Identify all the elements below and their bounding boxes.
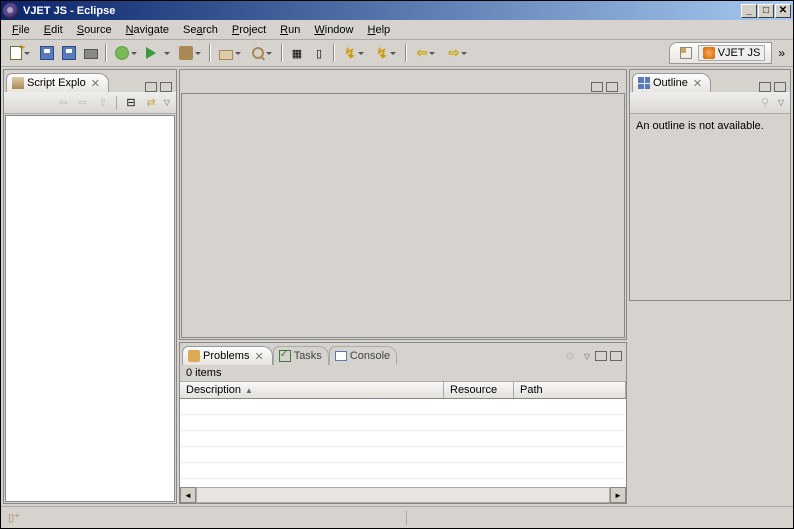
problems-icon (188, 350, 200, 362)
open-perspective-button[interactable] (676, 43, 696, 63)
menu-project[interactable]: Project (225, 22, 273, 38)
menubar: File Edit Source Navigate Search Project… (1, 20, 793, 40)
window-titlebar: VJET JS - Eclipse _ □ ✕ (1, 1, 793, 20)
scroll-left-button[interactable]: ◄ (180, 487, 196, 503)
menu-source[interactable]: Source (70, 22, 119, 38)
problems-table-body[interactable] (180, 399, 626, 487)
menu-window[interactable]: Window (307, 22, 360, 38)
maximize-view-button[interactable] (774, 82, 786, 92)
new-button[interactable] (5, 43, 35, 63)
perspective-switcher: VJET JS (669, 42, 773, 64)
tab-problems[interactable]: Problems ✕ (182, 346, 273, 365)
editor-area (179, 69, 627, 340)
workbench: Script Explo ✕ ⇦ ⇨ ⇧ ⊟ ⇄ (1, 67, 793, 506)
perspective-vjet-js[interactable]: VJET JS (698, 45, 766, 61)
tasks-icon (279, 350, 291, 362)
run-button[interactable] (143, 43, 173, 63)
window-title: VJET JS - Eclipse (23, 5, 115, 17)
maximize-editor-button[interactable] (606, 82, 618, 92)
separator (333, 44, 335, 62)
back-nav-button[interactable]: ⇦ (54, 94, 72, 112)
eclipse-logo-icon (3, 3, 19, 19)
separator (281, 44, 283, 62)
bottom-panel: Problems ✕ Tasks Console ⚙ 0 (179, 342, 627, 504)
console-icon (335, 351, 347, 361)
tab-outline[interactable]: Outline ✕ (632, 73, 711, 92)
minimize-editor-button[interactable] (591, 82, 603, 92)
outline-icon (638, 77, 650, 89)
forward-button[interactable]: ⇨ (443, 43, 473, 63)
forward-nav-button[interactable]: ⇨ (74, 94, 92, 112)
tab-tasks[interactable]: Tasks (273, 346, 329, 365)
problems-count: 0 items (180, 365, 626, 381)
tab-label: Outline (653, 77, 688, 89)
tab-script-explorer[interactable]: Script Explo ✕ (6, 73, 109, 92)
maximize-button[interactable]: □ (758, 4, 774, 18)
tab-label: Script Explo (27, 77, 86, 89)
scroll-right-button[interactable]: ► (610, 487, 626, 503)
close-icon[interactable]: ✕ (252, 350, 265, 363)
outline-view: Outline ✕ ⚲ An outline is not available. (629, 69, 791, 301)
horizontal-scrollbar[interactable]: ◄ ► (180, 487, 626, 503)
column-resource[interactable]: Resource (444, 382, 514, 398)
editor-empty-area[interactable] (181, 93, 625, 338)
menu-help[interactable]: Help (361, 22, 398, 38)
up-nav-button[interactable]: ⇧ (94, 94, 112, 112)
toggle-block-button[interactable]: ▯ (309, 43, 329, 63)
save-button[interactable] (37, 43, 57, 63)
statusbar: ▯⁺ (1, 506, 793, 528)
minimize-view-button[interactable] (145, 82, 157, 92)
vjet-icon (703, 47, 715, 59)
close-button[interactable]: ✕ (775, 4, 791, 18)
toolbar-overflow[interactable]: » (774, 46, 789, 60)
outline-action-button[interactable]: ⚲ (756, 94, 774, 112)
save-all-button[interactable] (59, 43, 79, 63)
open-type-button[interactable] (215, 43, 245, 63)
separator (105, 44, 107, 62)
collapse-all-button[interactable]: ⊟ (122, 94, 140, 112)
close-icon[interactable]: ✕ (89, 77, 102, 90)
maximize-view-button[interactable] (610, 351, 622, 361)
back-button[interactable]: ⇦ (411, 43, 441, 63)
minimize-view-button[interactable] (595, 351, 607, 361)
tab-label: Console (350, 350, 390, 362)
filter-button[interactable]: ⚙ (561, 347, 579, 365)
debug-button[interactable] (111, 43, 141, 63)
view-menu-button[interactable] (162, 98, 172, 108)
outline-content: An outline is not available. (630, 114, 790, 300)
main-toolbar: ▦ ▯ ↯ ↯ ⇦ ⇨ VJET JS » (1, 40, 793, 67)
show-views-button[interactable]: ▯⁺ (5, 509, 23, 527)
menu-run[interactable]: Run (273, 22, 307, 38)
tab-console[interactable]: Console (329, 346, 397, 365)
separator (405, 44, 407, 62)
sort-asc-icon: ▲ (245, 386, 253, 395)
minimize-view-button[interactable] (759, 82, 771, 92)
menu-search[interactable]: Search (176, 22, 225, 38)
maximize-view-button[interactable] (160, 82, 172, 92)
tab-label: Tasks (294, 350, 322, 362)
print-button[interactable] (81, 43, 101, 63)
problems-table-header: Description▲ Resource Path (180, 381, 626, 399)
search-button[interactable] (247, 43, 277, 63)
script-explorer-tree[interactable] (5, 115, 175, 502)
column-path[interactable]: Path (514, 382, 626, 398)
minimize-button[interactable]: _ (741, 4, 757, 18)
script-explorer-view: Script Explo ✕ ⇦ ⇨ ⇧ ⊟ ⇄ (3, 69, 177, 504)
next-annotation-button[interactable]: ↯ (371, 43, 401, 63)
external-tools-button[interactable] (175, 43, 205, 63)
link-editor-button[interactable]: ⇄ (142, 94, 160, 112)
tab-label: Problems (203, 350, 249, 362)
view-menu-button[interactable] (582, 351, 592, 361)
last-edit-button[interactable]: ↯ (339, 43, 369, 63)
view-menu-button[interactable] (776, 98, 786, 108)
script-explorer-icon (12, 77, 24, 89)
menu-navigate[interactable]: Navigate (119, 22, 176, 38)
separator (209, 44, 211, 62)
column-description[interactable]: Description▲ (180, 382, 444, 398)
perspective-label: VJET JS (718, 47, 761, 59)
toggle-mark-button[interactable]: ▦ (287, 43, 307, 63)
close-icon[interactable]: ✕ (691, 77, 704, 90)
menu-edit[interactable]: Edit (37, 22, 70, 38)
menu-file[interactable]: File (5, 22, 37, 38)
